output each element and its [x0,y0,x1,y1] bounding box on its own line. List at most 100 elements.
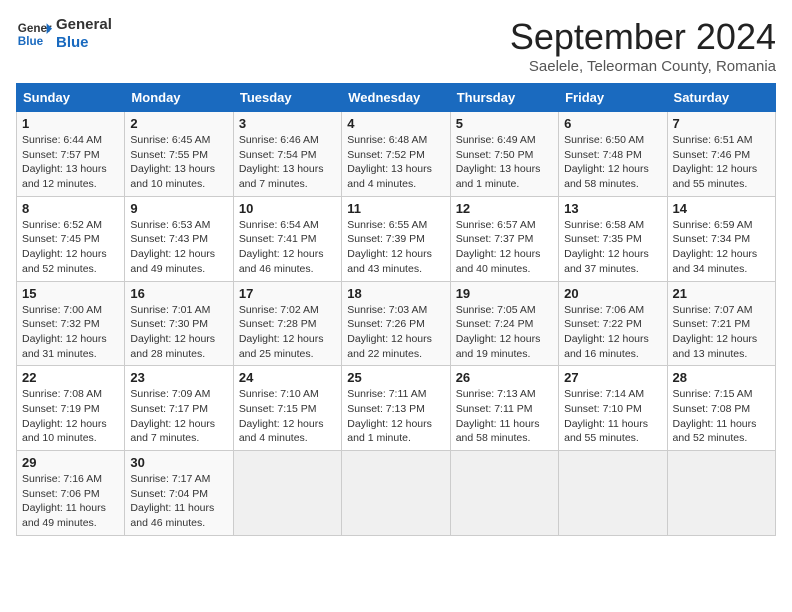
day-number: 29 [22,455,119,470]
logo-icon: General Blue [16,16,52,52]
day-number: 7 [673,116,770,131]
calendar-cell: 16 Sunrise: 7:01 AM Sunset: 7:30 PM Dayli… [125,281,233,366]
day-number: 5 [456,116,553,131]
calendar-subtitle: Saelele, Teleorman County, Romania [510,58,776,75]
calendar-cell: 25 Sunrise: 7:11 AM Sunset: 7:13 PM Dayli… [342,366,450,451]
day-number: 9 [130,201,227,216]
day-number: 22 [22,370,119,385]
day-number: 10 [239,201,336,216]
column-header-tuesday: Tuesday [233,84,341,112]
day-info: Sunrise: 6:52 AM Sunset: 7:45 PM Dayligh… [22,218,119,277]
calendar-cell: 19 Sunrise: 7:05 AM Sunset: 7:24 PM Dayli… [450,281,558,366]
day-number: 8 [22,201,119,216]
calendar-cell: 9 Sunrise: 6:53 AM Sunset: 7:43 PM Daylig… [125,196,233,281]
calendar-week-1: 1 Sunrise: 6:44 AM Sunset: 7:57 PM Daylig… [17,112,776,197]
calendar-table: SundayMondayTuesdayWednesdayThursdayFrid… [16,83,776,536]
day-info: Sunrise: 7:01 AM Sunset: 7:30 PM Dayligh… [130,303,227,362]
calendar-week-5: 29 Sunrise: 7:16 AM Sunset: 7:06 PM Dayli… [17,451,776,536]
svg-text:Blue: Blue [18,35,44,48]
day-info: Sunrise: 7:06 AM Sunset: 7:22 PM Dayligh… [564,303,661,362]
calendar-cell: 30Sunrise: 7:17 AM Sunset: 7:04 PM Dayli… [125,451,233,536]
calendar-cell [667,451,775,536]
calendar-cell [450,451,558,536]
day-info: Sunrise: 6:48 AM Sunset: 7:52 PM Dayligh… [347,133,444,192]
calendar-cell: 24 Sunrise: 7:10 AM Sunset: 7:15 PM Dayli… [233,366,341,451]
day-number: 12 [456,201,553,216]
calendar-cell: 15 Sunrise: 7:00 AM Sunset: 7:32 PM Dayli… [17,281,125,366]
day-number: 18 [347,286,444,301]
calendar-header-row: SundayMondayTuesdayWednesdayThursdayFrid… [17,84,776,112]
day-info: Sunrise: 6:53 AM Sunset: 7:43 PM Dayligh… [130,218,227,277]
column-header-saturday: Saturday [667,84,775,112]
day-number: 6 [564,116,661,131]
day-info: Sunrise: 7:09 AM Sunset: 7:17 PM Dayligh… [130,387,227,446]
day-info: Sunrise: 7:03 AM Sunset: 7:26 PM Dayligh… [347,303,444,362]
day-number: 21 [673,286,770,301]
day-info: Sunrise: 6:45 AM Sunset: 7:55 PM Dayligh… [130,133,227,192]
day-info: Sunrise: 7:16 AM Sunset: 7:06 PM Dayligh… [22,472,119,531]
column-header-wednesday: Wednesday [342,84,450,112]
column-header-friday: Friday [559,84,667,112]
calendar-cell [559,451,667,536]
calendar-cell [342,451,450,536]
calendar-cell: 14Sunrise: 6:59 AM Sunset: 7:34 PM Dayli… [667,196,775,281]
calendar-week-4: 22 Sunrise: 7:08 AM Sunset: 7:19 PM Dayli… [17,366,776,451]
day-info: Sunrise: 6:57 AM Sunset: 7:37 PM Dayligh… [456,218,553,277]
day-number: 14 [673,201,770,216]
calendar-cell: 18 Sunrise: 7:03 AM Sunset: 7:26 PM Dayli… [342,281,450,366]
calendar-cell: 27Sunrise: 7:14 AM Sunset: 7:10 PM Dayli… [559,366,667,451]
day-info: Sunrise: 6:49 AM Sunset: 7:50 PM Dayligh… [456,133,553,192]
day-number: 3 [239,116,336,131]
calendar-week-2: 8 Sunrise: 6:52 AM Sunset: 7:45 PM Daylig… [17,196,776,281]
day-number: 19 [456,286,553,301]
day-info: Sunrise: 6:46 AM Sunset: 7:54 PM Dayligh… [239,133,336,192]
day-info: Sunrise: 7:17 AM Sunset: 7:04 PM Dayligh… [130,472,227,531]
calendar-cell [233,451,341,536]
day-number: 25 [347,370,444,385]
logo-blue-text: Blue [56,34,112,52]
calendar-cell: 17 Sunrise: 7:02 AM Sunset: 7:28 PM Dayli… [233,281,341,366]
day-info: Sunrise: 6:55 AM Sunset: 7:39 PM Dayligh… [347,218,444,277]
day-number: 2 [130,116,227,131]
calendar-cell: 23Sunrise: 7:09 AM Sunset: 7:17 PM Dayli… [125,366,233,451]
day-info: Sunrise: 7:13 AM Sunset: 7:11 PM Dayligh… [456,387,553,446]
day-info: Sunrise: 7:02 AM Sunset: 7:28 PM Dayligh… [239,303,336,362]
day-number: 11 [347,201,444,216]
day-number: 4 [347,116,444,131]
calendar-cell: 4 Sunrise: 6:48 AM Sunset: 7:52 PM Daylig… [342,112,450,197]
calendar-cell: 21Sunrise: 7:07 AM Sunset: 7:21 PM Dayli… [667,281,775,366]
day-info: Sunrise: 7:11 AM Sunset: 7:13 PM Dayligh… [347,387,444,446]
title-section: September 2024 Saelele, Teleorman County… [510,16,776,75]
day-number: 15 [22,286,119,301]
logo-general-text: General [56,16,112,34]
day-info: Sunrise: 7:08 AM Sunset: 7:19 PM Dayligh… [22,387,119,446]
day-info: Sunrise: 7:00 AM Sunset: 7:32 PM Dayligh… [22,303,119,362]
calendar-cell: 12 Sunrise: 6:57 AM Sunset: 7:37 PM Dayli… [450,196,558,281]
day-info: Sunrise: 7:05 AM Sunset: 7:24 PM Dayligh… [456,303,553,362]
day-info: Sunrise: 6:44 AM Sunset: 7:57 PM Dayligh… [22,133,119,192]
calendar-body: 1 Sunrise: 6:44 AM Sunset: 7:57 PM Daylig… [17,112,776,536]
calendar-cell: 10 Sunrise: 6:54 AM Sunset: 7:41 PM Dayli… [233,196,341,281]
day-number: 24 [239,370,336,385]
day-number: 17 [239,286,336,301]
day-number: 1 [22,116,119,131]
column-header-sunday: Sunday [17,84,125,112]
day-number: 28 [673,370,770,385]
calendar-cell: 26Sunrise: 7:13 AM Sunset: 7:11 PM Dayli… [450,366,558,451]
day-number: 27 [564,370,661,385]
column-header-thursday: Thursday [450,84,558,112]
calendar-cell: 2 Sunrise: 6:45 AM Sunset: 7:55 PM Daylig… [125,112,233,197]
calendar-cell: 7Sunrise: 6:51 AM Sunset: 7:46 PM Daylig… [667,112,775,197]
calendar-cell: 11 Sunrise: 6:55 AM Sunset: 7:39 PM Dayli… [342,196,450,281]
calendar-cell: 5 Sunrise: 6:49 AM Sunset: 7:50 PM Daylig… [450,112,558,197]
calendar-cell: 29 Sunrise: 7:16 AM Sunset: 7:06 PM Dayli… [17,451,125,536]
day-info: Sunrise: 6:58 AM Sunset: 7:35 PM Dayligh… [564,218,661,277]
day-info: Sunrise: 6:50 AM Sunset: 7:48 PM Dayligh… [564,133,661,192]
day-info: Sunrise: 7:10 AM Sunset: 7:15 PM Dayligh… [239,387,336,446]
day-info: Sunrise: 6:54 AM Sunset: 7:41 PM Dayligh… [239,218,336,277]
calendar-cell: 3 Sunrise: 6:46 AM Sunset: 7:54 PM Daylig… [233,112,341,197]
logo: General Blue General Blue [16,16,112,52]
calendar-cell: 8 Sunrise: 6:52 AM Sunset: 7:45 PM Daylig… [17,196,125,281]
day-number: 16 [130,286,227,301]
calendar-cell: 28Sunrise: 7:15 AM Sunset: 7:08 PM Dayli… [667,366,775,451]
